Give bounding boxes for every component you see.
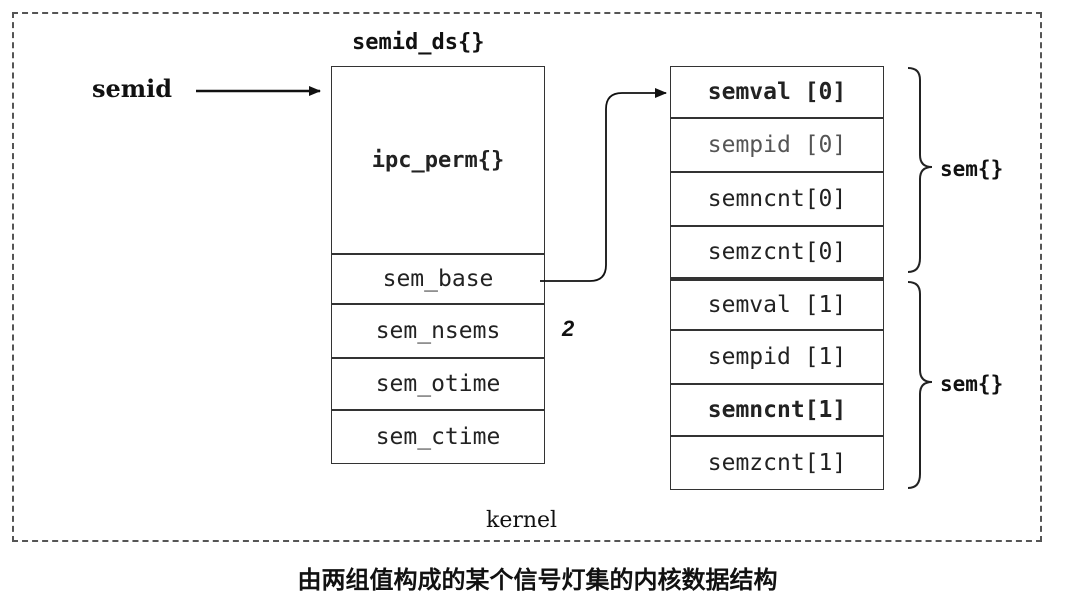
connectors — [196, 67, 933, 489]
brace-group-0 — [907, 67, 933, 273]
brace-group-1 — [907, 281, 933, 489]
sem-base-pointer — [540, 88, 667, 282]
